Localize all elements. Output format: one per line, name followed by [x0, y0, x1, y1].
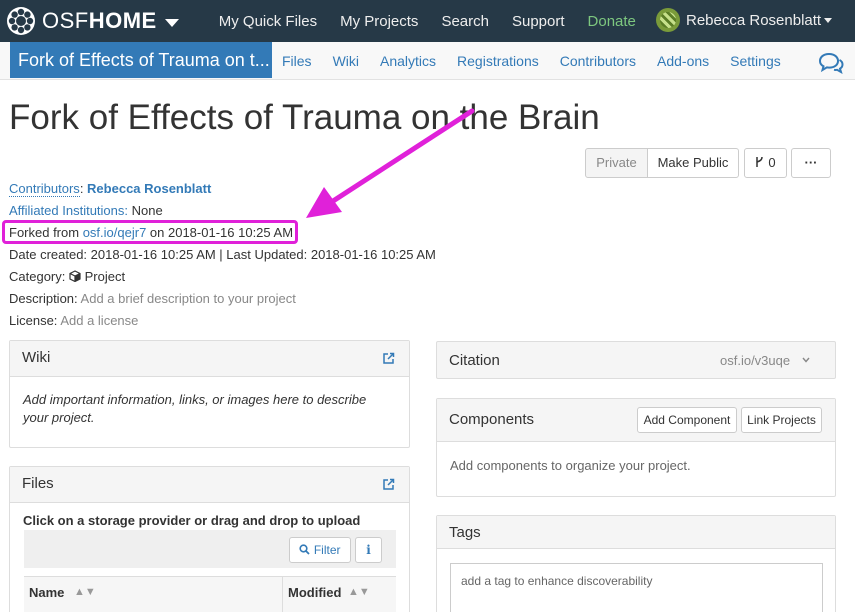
files-table-header: Name ▲▼ Modified ▲▼ — [24, 576, 396, 612]
tags-panel-title: Tags — [449, 524, 481, 541]
fork-button[interactable]: 0 — [744, 148, 787, 178]
contributors-line: Contributors: Rebecca Rosenblatt — [9, 181, 212, 197]
description-line: Description: Add a brief description to … — [9, 291, 296, 306]
tab-registrations[interactable]: Registrations — [457, 53, 539, 69]
upload-instruction: Click on a storage provider or drag and … — [23, 513, 361, 528]
tab-analytics[interactable]: Analytics — [380, 53, 436, 69]
wiki-panel-title: Wiki — [22, 349, 51, 366]
add-component-button[interactable]: Add Component — [637, 407, 737, 433]
description-label: Description: — [9, 291, 78, 306]
external-link-icon[interactable] — [382, 352, 395, 365]
contributor-link[interactable]: Rebecca Rosenblatt — [87, 181, 211, 196]
files-toolbar: Filter i — [24, 530, 396, 568]
user-avatar — [656, 8, 680, 32]
components-panel-title: Components — [449, 411, 535, 428]
project-tabs: Files Wiki Analytics Registrations Contr… — [282, 42, 802, 80]
files-panel-title: Files — [22, 475, 54, 492]
project-title-tab[interactable]: Fork of Effects of Trauma on t... — [10, 42, 272, 78]
dates-line: Date created: 2018-01-16 10:25 AM | Last… — [9, 247, 436, 262]
col-modified-header[interactable]: Modified — [288, 585, 341, 600]
affiliated-institutions-line: Affiliated Institutions: None — [9, 203, 163, 218]
comments-icon[interactable] — [818, 52, 844, 74]
category-line: Category: Project — [9, 269, 125, 284]
sort-modified-icon[interactable]: ▲▼ — [348, 586, 370, 598]
contributors-label[interactable]: Contributors — [9, 181, 80, 197]
tab-contributors[interactable]: Contributors — [560, 53, 636, 69]
wiki-panel-header: Wiki — [10, 341, 409, 377]
brand-text: OSFHOME — [42, 8, 157, 33]
institutions-label[interactable]: Affiliated Institutions: — [9, 203, 128, 218]
citation-panel[interactable]: Citation osf.io/v3uqe — [436, 341, 836, 379]
col-name-header[interactable]: Name — [29, 585, 64, 600]
top-nav-links: My Quick Files My Projects Search Suppor… — [219, 13, 659, 30]
tab-settings[interactable]: Settings — [730, 53, 781, 69]
components-panel-header: Components Add Component Link Projects — [437, 399, 835, 442]
tab-wiki[interactable]: Wiki — [333, 53, 359, 69]
institutions-value: None — [131, 203, 163, 218]
tags-input[interactable]: add a tag to enhance discoverability — [450, 563, 823, 612]
tags-panel: Tags add a tag to enhance discoverabilit… — [436, 515, 836, 612]
sort-name-icon[interactable]: ▲▼ — [74, 586, 96, 598]
wiki-panel: Wiki Add important information, links, o… — [9, 340, 410, 448]
fork-count: 0 — [768, 155, 776, 170]
more-options-button[interactable]: ··· — [791, 148, 831, 178]
brand-dropdown-caret-icon[interactable] — [164, 18, 179, 27]
category-label: Category: — [9, 269, 66, 284]
category-value: Project — [84, 269, 126, 284]
project-navbar: Fork of Effects of Trauma on t... Files … — [0, 42, 855, 80]
citation-value: osf.io/v3uqe — [720, 353, 791, 368]
filter-label: Filter — [313, 543, 341, 557]
link-projects-button[interactable]: Link Projects — [741, 407, 822, 433]
files-panel-header: Files — [10, 467, 409, 503]
make-public-button[interactable]: Make Public — [647, 148, 739, 178]
user-dropdown-caret-icon — [824, 17, 833, 23]
license-line: License: Add a license — [9, 313, 138, 328]
col-divider — [282, 577, 283, 612]
cube-icon — [69, 270, 81, 283]
top-navbar: OSFHOME My Quick Files My Projects Searc… — [0, 0, 855, 42]
info-icon: i — [366, 543, 371, 557]
nav-support[interactable]: Support — [512, 13, 565, 30]
page-title: Fork of Effects of Trauma on the Brain — [9, 98, 600, 137]
osf-logo-icon — [7, 7, 35, 35]
components-empty-text: Add components to organize your project. — [450, 458, 691, 473]
description-value[interactable]: Add a brief description to your project — [81, 291, 296, 306]
tags-panel-header: Tags — [437, 516, 835, 549]
nav-search[interactable]: Search — [441, 13, 489, 30]
fork-icon — [756, 156, 764, 167]
forked-from-highlight — [2, 220, 298, 244]
citation-panel-title: Citation — [449, 352, 500, 369]
license-label: License: — [9, 313, 58, 328]
user-name: Rebecca Rosenblatt — [686, 11, 822, 29]
filter-button[interactable]: Filter — [289, 537, 351, 563]
nav-my-projects[interactable]: My Projects — [340, 13, 418, 30]
license-value[interactable]: Add a license — [60, 313, 138, 328]
private-button[interactable]: Private — [585, 148, 648, 178]
wiki-placeholder-text: Add important information, links, or ima… — [23, 392, 367, 425]
components-panel: Components Add Component Link Projects A… — [436, 398, 836, 497]
chevron-down-icon — [802, 357, 810, 363]
osf-home-brand[interactable]: OSFHOME — [6, 0, 179, 42]
tab-add-ons[interactable]: Add-ons — [657, 53, 709, 69]
user-menu[interactable]: Rebecca Rosenblatt — [656, 8, 833, 32]
info-button[interactable]: i — [355, 537, 382, 563]
tags-input-placeholder: add a tag to enhance discoverability — [461, 574, 653, 588]
tab-files[interactable]: Files — [282, 53, 312, 69]
nav-donate[interactable]: Donate — [588, 13, 636, 30]
external-link-icon[interactable] — [382, 478, 395, 491]
files-panel: Files Click on a storage provider or dra… — [9, 466, 410, 612]
search-icon — [299, 544, 311, 555]
nav-my-quick-files[interactable]: My Quick Files — [219, 13, 317, 30]
